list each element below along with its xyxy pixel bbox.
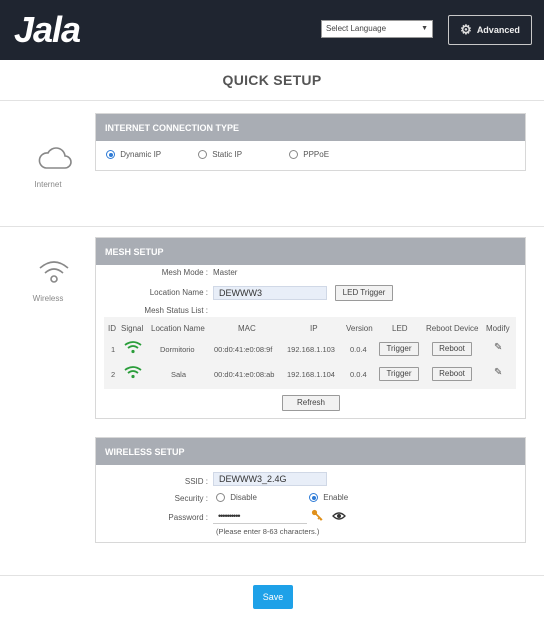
security-disable-label: Disable bbox=[230, 493, 257, 502]
key-icon[interactable] bbox=[311, 509, 323, 523]
col-reboot-device: Reboot Device bbox=[426, 324, 479, 333]
row1-reboot-button[interactable]: Reboot bbox=[432, 342, 472, 356]
wifi-icon bbox=[19, 258, 89, 288]
pppoe-label: PPPoE bbox=[303, 150, 330, 159]
jala-logo[interactable]: Jala bbox=[14, 9, 81, 51]
row1-edit-icon[interactable]: ✎ bbox=[494, 342, 502, 353]
col-id: ID bbox=[108, 324, 116, 333]
security-enable-radio[interactable] bbox=[309, 493, 318, 503]
mesh-panel-title: MESH SETUP bbox=[96, 238, 525, 265]
top-header: Jala Select Language ▼ ⚙ Advanced bbox=[0, 0, 544, 60]
row2-version: 0.0.4 bbox=[350, 370, 367, 379]
internet-connection-panel: INTERNET CONNECTION TYPE bbox=[95, 113, 526, 171]
row2-mac: 00:d0:41:e0:08:ab bbox=[214, 370, 275, 379]
internet-label: Internet bbox=[34, 180, 62, 189]
internet-panel-title: INTERNET CONNECTION TYPE bbox=[96, 114, 525, 141]
pppoe-radio[interactable] bbox=[289, 150, 298, 160]
col-mac: MAC bbox=[238, 324, 256, 333]
led-trigger-button[interactable]: LED Trigger bbox=[335, 285, 393, 301]
row2-location: Sala bbox=[171, 370, 187, 379]
option-static-ip[interactable]: Static IP bbox=[198, 150, 243, 160]
row2-reboot-button[interactable]: Reboot bbox=[432, 367, 472, 381]
mesh-mode-label: Mesh Mode : bbox=[161, 268, 208, 277]
option-dynamic-ip[interactable]: Dynamic IP bbox=[106, 150, 162, 160]
static-ip-label: Static IP bbox=[212, 150, 243, 159]
row1-id: 1 bbox=[111, 345, 116, 354]
security-enable-label: Enable bbox=[323, 493, 349, 502]
save-button[interactable]: Save bbox=[253, 585, 293, 609]
dynamic-ip-label: Dynamic IP bbox=[120, 150, 162, 159]
gear-icon: ⚙ bbox=[460, 22, 472, 37]
col-signal: Signal bbox=[121, 324, 144, 333]
signal-strong-icon bbox=[124, 340, 142, 356]
security-label: Security : bbox=[174, 494, 208, 503]
row1-trigger-button[interactable]: Trigger bbox=[379, 342, 419, 356]
col-led: LED bbox=[392, 324, 408, 333]
eye-icon[interactable] bbox=[332, 511, 346, 523]
row2-id: 2 bbox=[111, 370, 116, 379]
col-version: Version bbox=[346, 324, 373, 333]
advanced-button[interactable]: ⚙ Advanced bbox=[448, 15, 532, 45]
row2-trigger-button[interactable]: Trigger bbox=[379, 367, 419, 381]
page-title: QUICK SETUP bbox=[222, 72, 322, 88]
wireless-label: Wireless bbox=[32, 294, 64, 303]
title-divider bbox=[0, 100, 544, 101]
row1-location: Dormitorio bbox=[160, 345, 195, 354]
ssid-input[interactable]: DEWWW3_2.4G bbox=[213, 472, 327, 486]
row1-version: 0.0.4 bbox=[350, 345, 367, 354]
option-pppoe[interactable]: PPPoE bbox=[289, 150, 330, 160]
col-modify: Modify bbox=[486, 324, 510, 333]
security-disable-option[interactable]: Disable bbox=[216, 493, 257, 503]
security-enable-option[interactable]: Enable bbox=[309, 493, 349, 503]
language-select-value: Select Language bbox=[326, 24, 387, 33]
section-divider bbox=[0, 226, 544, 227]
mesh-status-list-label: Mesh Status List : bbox=[144, 306, 208, 315]
refresh-button[interactable]: Refresh bbox=[282, 395, 340, 411]
security-disable-radio[interactable] bbox=[216, 493, 225, 503]
wireless-panel-title: WIRELESS SETUP bbox=[96, 438, 525, 465]
row2-ip: 192.168.1.104 bbox=[287, 370, 335, 379]
mesh-mode-value: Master bbox=[213, 268, 238, 277]
cloud-icon bbox=[20, 143, 90, 173]
row1-ip: 192.168.1.103 bbox=[287, 345, 335, 354]
ssid-label: SSID : bbox=[184, 477, 208, 486]
location-name-label: Location Name : bbox=[149, 288, 208, 297]
row2-edit-icon[interactable]: ✎ bbox=[494, 367, 502, 378]
language-select[interactable]: Select Language ▼ bbox=[321, 20, 433, 38]
dynamic-ip-radio[interactable] bbox=[106, 150, 115, 160]
advanced-button-label: Advanced bbox=[476, 25, 520, 35]
password-hint: (Please enter 8-63 characters.) bbox=[216, 527, 320, 536]
location-name-input[interactable]: DEWWW3 bbox=[213, 286, 327, 300]
col-ip: IP bbox=[310, 324, 318, 333]
static-ip-radio[interactable] bbox=[198, 150, 207, 160]
footer-divider bbox=[0, 575, 544, 576]
row1-mac: 00:d0:41:e0:08:9f bbox=[214, 345, 273, 354]
col-location-name: Location Name bbox=[151, 324, 205, 333]
chevron-down-icon: ▼ bbox=[421, 25, 428, 32]
password-input[interactable]: •••••••••• bbox=[213, 510, 307, 524]
password-label: Password : bbox=[168, 513, 208, 522]
signal-strong-icon bbox=[124, 365, 142, 381]
